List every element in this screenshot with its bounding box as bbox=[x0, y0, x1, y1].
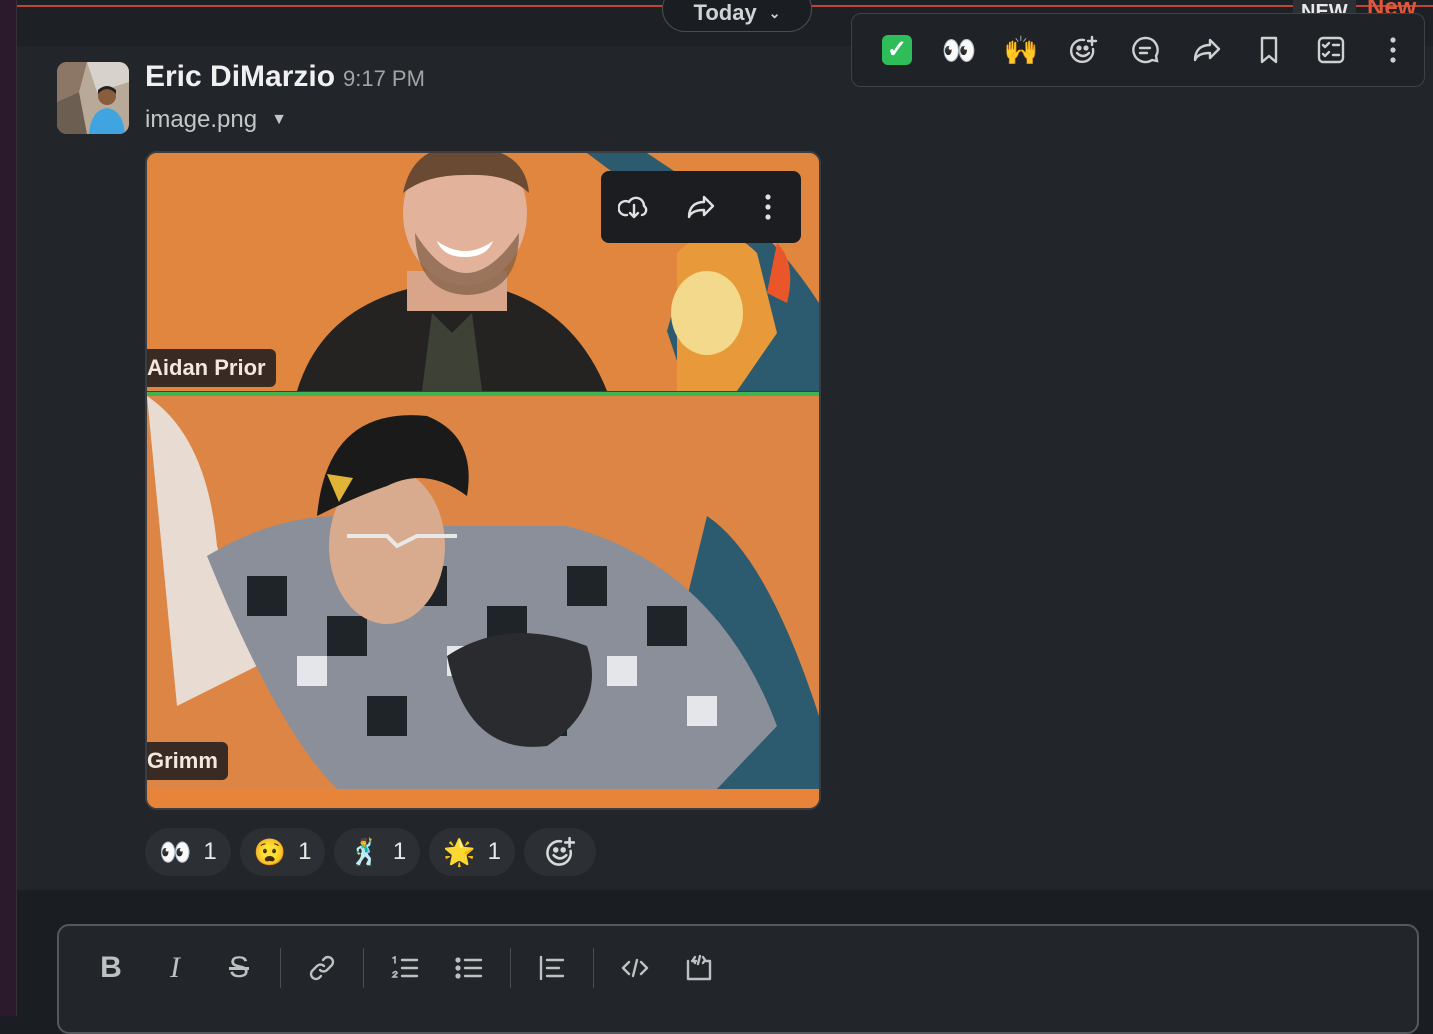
raised-hands-emoji-icon: 🙌 bbox=[1003, 34, 1039, 66]
video-tile-bottom: Grimm bbox=[147, 396, 819, 789]
bulleted-list-button[interactable] bbox=[437, 942, 501, 994]
reaction-dancer[interactable]: 🕺 1 bbox=[334, 828, 421, 876]
reaction-star[interactable]: 🌟 1 bbox=[429, 828, 515, 876]
message-timestamp[interactable]: 9:17 PM bbox=[343, 66, 425, 92]
check-mark-icon: ✓ bbox=[882, 35, 912, 65]
message-composer[interactable]: B I S bbox=[57, 924, 1419, 1034]
caret-down-icon: ▼ bbox=[271, 111, 287, 128]
blockquote-button[interactable] bbox=[520, 942, 584, 994]
reaction-count: 1 bbox=[487, 838, 501, 865]
bulleted-list-icon bbox=[455, 957, 483, 979]
check-reaction-button[interactable]: ✓ bbox=[866, 22, 928, 78]
vertical-ellipsis-icon bbox=[1390, 37, 1396, 63]
file-name: image.png bbox=[145, 106, 258, 133]
bold-icon: B bbox=[100, 951, 122, 984]
italic-button[interactable]: I bbox=[143, 942, 207, 994]
code-icon bbox=[621, 958, 649, 978]
speech-bubble-icon bbox=[1132, 36, 1159, 64]
video-frame-bottom bbox=[147, 396, 819, 789]
code-button[interactable] bbox=[603, 942, 667, 994]
vertical-ellipsis-icon[interactable] bbox=[752, 191, 784, 223]
strikethrough-button[interactable]: S bbox=[207, 942, 271, 994]
message-actions-toolbar: ✓ 👀 🙌 bbox=[851, 13, 1425, 87]
toolbar-divider bbox=[510, 948, 511, 988]
code-block-button[interactable] bbox=[667, 942, 731, 994]
file-name-toggle[interactable]: image.png ▼ bbox=[145, 106, 287, 134]
eyes-emoji-icon: 👀 bbox=[159, 836, 192, 867]
anguished-face-emoji-icon: 😧 bbox=[253, 836, 287, 867]
ordered-list-icon bbox=[391, 955, 419, 978]
chevron-down-icon: ⌄ bbox=[768, 4, 781, 21]
link-icon bbox=[309, 955, 335, 981]
link-button[interactable] bbox=[290, 942, 354, 994]
avatar-photo bbox=[57, 62, 129, 134]
reaction-count: 1 bbox=[392, 838, 407, 865]
add-emoji-icon bbox=[1069, 35, 1098, 64]
toolbar-divider bbox=[280, 948, 281, 988]
italic-icon: I bbox=[170, 951, 180, 984]
create-task-button[interactable] bbox=[1300, 22, 1362, 78]
dancer-emoji-icon: 🕺 bbox=[348, 836, 381, 867]
participant-name-tag-bottom: Grimm bbox=[147, 742, 228, 780]
add-reaction-button[interactable] bbox=[1052, 22, 1114, 78]
participant-name-tag-top: Aidan Prior bbox=[147, 349, 276, 387]
glowing-star-emoji-icon: 🌟 bbox=[443, 836, 476, 867]
toolbar-divider bbox=[593, 948, 594, 988]
image-attachment[interactable]: Aidan Prior Grimm bbox=[145, 151, 821, 810]
reaction-count: 1 bbox=[203, 838, 217, 865]
eyes-reaction-button[interactable]: 👀 bbox=[928, 22, 990, 78]
cloud-download-icon[interactable] bbox=[618, 191, 650, 223]
forward-arrow-icon bbox=[1193, 38, 1221, 62]
formatting-toolbar: B I S bbox=[79, 942, 731, 994]
save-for-later-button[interactable] bbox=[1238, 22, 1300, 78]
eyes-emoji-icon: 👀 bbox=[941, 34, 977, 66]
blockquote-icon bbox=[539, 955, 565, 981]
reaction-count: 1 bbox=[298, 838, 312, 865]
bold-button[interactable]: B bbox=[79, 942, 143, 994]
code-block-icon bbox=[686, 954, 712, 981]
workspace-rail bbox=[0, 0, 17, 1016]
avatar[interactable] bbox=[57, 62, 129, 134]
video-bottom-edge bbox=[147, 789, 819, 808]
bookmark-icon bbox=[1260, 36, 1278, 64]
toolbar-divider bbox=[363, 948, 364, 988]
reaction-anguished[interactable]: 😧 1 bbox=[239, 828, 326, 876]
share-arrow-icon[interactable] bbox=[685, 191, 717, 223]
reaction-eyes[interactable]: 👀 1 bbox=[145, 828, 231, 876]
forward-message-button[interactable] bbox=[1176, 22, 1238, 78]
strikethrough-icon: S bbox=[228, 951, 249, 984]
image-actions-toolbar bbox=[601, 171, 801, 243]
raised-hands-reaction-button[interactable]: 🙌 bbox=[990, 22, 1052, 78]
date-divider-today[interactable]: Today ⌄ bbox=[662, 0, 812, 32]
sender-name[interactable]: Eric DiMarzio bbox=[145, 60, 335, 94]
reactions-bar: 👀 1 😧 1 🕺 1 🌟 1 bbox=[145, 828, 596, 876]
add-reaction-button[interactable] bbox=[523, 828, 596, 876]
add-emoji-icon bbox=[546, 836, 576, 866]
reply-in-thread-button[interactable] bbox=[1114, 22, 1176, 78]
checklist-icon bbox=[1317, 36, 1345, 64]
ordered-list-button[interactable] bbox=[373, 942, 437, 994]
more-actions-button[interactable] bbox=[1362, 22, 1424, 78]
date-divider-label: Today bbox=[693, 0, 757, 25]
